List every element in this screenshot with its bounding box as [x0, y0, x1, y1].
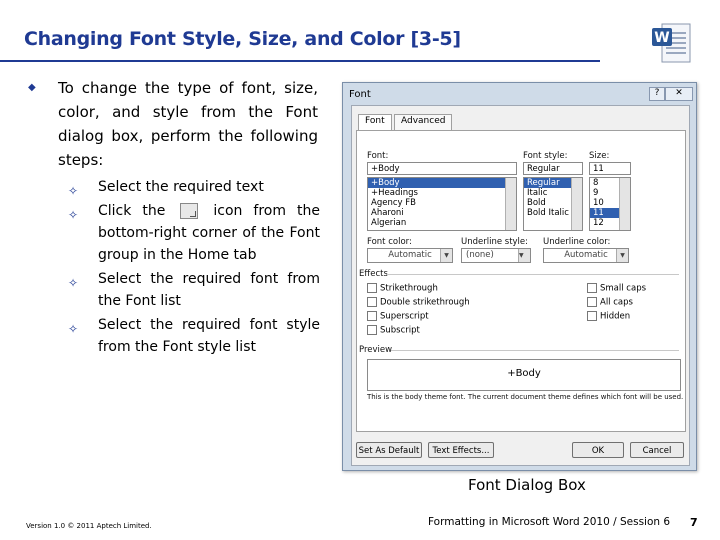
step-2: ✧ Click the icon from the bottom-right c… — [68, 200, 320, 266]
subscript-checkbox[interactable]: Subscript — [367, 325, 420, 336]
preview-note: This is the body theme font. The current… — [367, 393, 684, 401]
scrollbar[interactable] — [571, 178, 582, 230]
text-effects-button[interactable]: Text Effects... — [428, 442, 494, 458]
checkbox-box[interactable] — [367, 297, 377, 307]
chevron-down-icon: ▼ — [518, 249, 530, 262]
footer-copyright: Version 1.0 © 2011 Aptech Limited. — [26, 522, 152, 530]
size-input[interactable]: 11 — [589, 162, 631, 175]
font-color-label: Font color: — [367, 237, 412, 247]
preview-divider — [391, 350, 679, 351]
dialog-title: Font — [349, 89, 371, 100]
font-input[interactable]: +Body — [367, 162, 517, 175]
checkbox-label: Hidden — [600, 311, 631, 322]
small-caps-checkbox[interactable]: Small caps — [587, 283, 646, 294]
svg-text:W: W — [654, 30, 669, 46]
dialog-launcher-icon — [180, 203, 199, 219]
step-4-text: Select the required font style from the … — [98, 317, 320, 355]
step-3: ✧ Select the required font from the Font… — [68, 268, 320, 312]
step-1-text: Select the required text — [98, 179, 264, 195]
star-bullet-icon: ✧ — [68, 322, 79, 336]
font-label: Font: — [367, 151, 389, 161]
star-bullet-icon: ✧ — [68, 184, 79, 198]
font-style-list[interactable]: Regular Italic Bold Bold Italic — [523, 177, 583, 231]
all-caps-checkbox[interactable]: All caps — [587, 297, 633, 308]
double-strikethrough-checkbox[interactable]: Double strikethrough — [367, 297, 470, 308]
intro-text: To change the type of font, size, color,… — [58, 79, 318, 169]
list-item[interactable]: +Body — [368, 178, 516, 188]
steps-list: ✧ Select the required text ✧ Click the i… — [68, 176, 320, 360]
font-style-label: Font style: — [523, 151, 568, 161]
checkbox-box[interactable] — [587, 283, 597, 293]
checkbox-box[interactable] — [367, 283, 377, 293]
checkbox-box[interactable] — [367, 325, 377, 335]
font-tab-panel: Font: +Body +Body +Headings Agency FB Ah… — [356, 130, 686, 432]
step-1: ✧ Select the required text — [68, 176, 320, 198]
underline-style-select[interactable]: (none) ▼ — [461, 248, 531, 263]
underline-style-value: (none) — [466, 250, 494, 260]
checkbox-label: Small caps — [600, 283, 647, 294]
help-button[interactable]: ? — [649, 87, 665, 101]
star-bullet-icon: ✧ — [68, 276, 79, 290]
step-4: ✧ Select the required font style from th… — [68, 314, 320, 358]
slide-title: Changing Font Style, Size, and Color [3-… — [24, 28, 461, 50]
chevron-down-icon: ▼ — [440, 249, 452, 262]
checkbox-label: Subscript — [380, 325, 420, 336]
font-color-value: Automatic — [388, 250, 432, 260]
list-item[interactable]: +Headings — [368, 188, 516, 198]
diamond-bullet-icon: ◆ — [28, 82, 36, 93]
step-3-text: Select the required font from the Font l… — [98, 271, 320, 309]
effects-divider — [387, 274, 679, 275]
hidden-checkbox[interactable]: Hidden — [587, 311, 630, 322]
tab-advanced[interactable]: Advanced — [394, 114, 453, 131]
checkbox-box[interactable] — [587, 297, 597, 307]
cancel-button[interactable]: Cancel — [630, 442, 684, 458]
dialog-body: Font Advanced Font: +Body +Body +Heading… — [351, 105, 690, 466]
word-document-icon: W — [652, 23, 691, 63]
size-label: Size: — [589, 151, 610, 161]
font-list[interactable]: +Body +Headings Agency FB Aharoni Algeri… — [367, 177, 517, 231]
underline-style-label: Underline style: — [461, 237, 529, 247]
figure-caption: Font Dialog Box — [468, 476, 586, 494]
list-item[interactable]: Aharoni — [368, 208, 516, 218]
checkbox-box[interactable] — [367, 311, 377, 321]
effects-label: Effects — [359, 269, 388, 279]
star-bullet-icon: ✧ — [68, 208, 79, 222]
tab-font[interactable]: Font — [358, 114, 392, 131]
list-item[interactable]: Agency FB — [368, 198, 516, 208]
font-dialog: Font ? ✕ Font Advanced Font: +Body +Body… — [342, 82, 697, 471]
checkbox-label: Double strikethrough — [380, 297, 470, 308]
close-button[interactable]: ✕ — [665, 87, 693, 101]
preview-label: Preview — [359, 345, 393, 355]
checkbox-label: Superscript — [380, 311, 429, 322]
preview-box: +Body — [367, 359, 681, 391]
scrollbar[interactable] — [619, 178, 630, 230]
underline-color-label: Underline color: — [543, 237, 611, 247]
ok-button[interactable]: OK — [572, 442, 624, 458]
checkbox-label: Strikethrough — [380, 283, 438, 294]
page-number: 7 — [690, 516, 698, 529]
underline-color-value: Automatic — [564, 250, 608, 260]
chevron-down-icon: ▼ — [616, 249, 628, 262]
footer-course: Formatting in Microsoft Word 2010 / Sess… — [428, 516, 671, 528]
size-list[interactable]: 8 9 10 11 12 — [589, 177, 631, 231]
list-item[interactable]: Algerian — [368, 218, 516, 228]
strikethrough-checkbox[interactable]: Strikethrough — [367, 283, 438, 294]
step-2-text-before: Click the — [98, 203, 166, 219]
font-color-select[interactable]: Automatic ▼ — [367, 248, 453, 263]
superscript-checkbox[interactable]: Superscript — [367, 311, 429, 322]
scrollbar[interactable] — [505, 178, 516, 230]
checkbox-label: All caps — [600, 297, 633, 308]
checkbox-box[interactable] — [587, 311, 597, 321]
preview-text: +Body — [507, 368, 541, 379]
title-rule — [0, 60, 600, 62]
underline-color-select[interactable]: Automatic ▼ — [543, 248, 629, 263]
font-style-input[interactable]: Regular — [523, 162, 583, 175]
set-as-default-button[interactable]: Set As Default — [356, 442, 422, 458]
